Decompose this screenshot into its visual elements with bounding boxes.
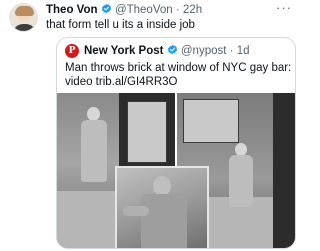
quoted-tweet-text: Man throws brick at window of NYC gay ba… [65,61,293,89]
tweet-time[interactable]: 22h [183,4,202,16]
quoted-header-separator: · [229,45,234,57]
quoted-tweet-media[interactable] [57,93,295,248]
bar-door-frame [273,93,295,248]
storefront-window [127,101,167,163]
verified-badge-icon [167,44,177,55]
author-name[interactable]: Theo Von [46,4,98,16]
header-separator: · [175,4,180,16]
author-handle[interactable]: @TheoVon [115,4,173,16]
suspect-figure-right [229,155,253,207]
quoted-tweet-header: New York Post @nypost · 1d [84,44,249,58]
more-icon[interactable]: ··· [276,0,292,15]
quoted-tweet[interactable]: P New York Post @nypost · 1d Man throws … [56,37,296,249]
nypost-logo-icon[interactable]: P [65,44,79,58]
quoted-author-name[interactable]: New York Post [84,45,163,57]
closeup-figure [141,194,187,248]
author-avatar[interactable] [9,3,38,32]
closeup-arm [123,206,149,216]
avatar-hair [15,6,34,16]
tweet[interactable]: Theo Von @TheoVon · 22h ··· that form te… [0,0,300,251]
closeup-head [153,176,171,196]
closeup-inset[interactable] [115,166,209,248]
verified-badge-icon [101,3,111,14]
tweet-text: that form tell u its a inside job [46,19,195,31]
suspect-head [87,107,100,121]
tweet-header: Theo Von @TheoVon · 22h [46,3,202,17]
bar-window [183,99,239,143]
avatar-shirt [13,24,36,31]
quoted-text-line-2[interactable]: video trib.al/GI4RR3O [65,75,293,89]
quoted-text-line-1: Man throws brick at window of NYC gay ba… [65,62,292,74]
quoted-tweet-time[interactable]: 1d [237,45,250,57]
nypost-logo-letter: P [68,46,76,56]
suspect-figure [81,120,107,182]
quoted-author-handle[interactable]: @nypost [181,45,227,57]
